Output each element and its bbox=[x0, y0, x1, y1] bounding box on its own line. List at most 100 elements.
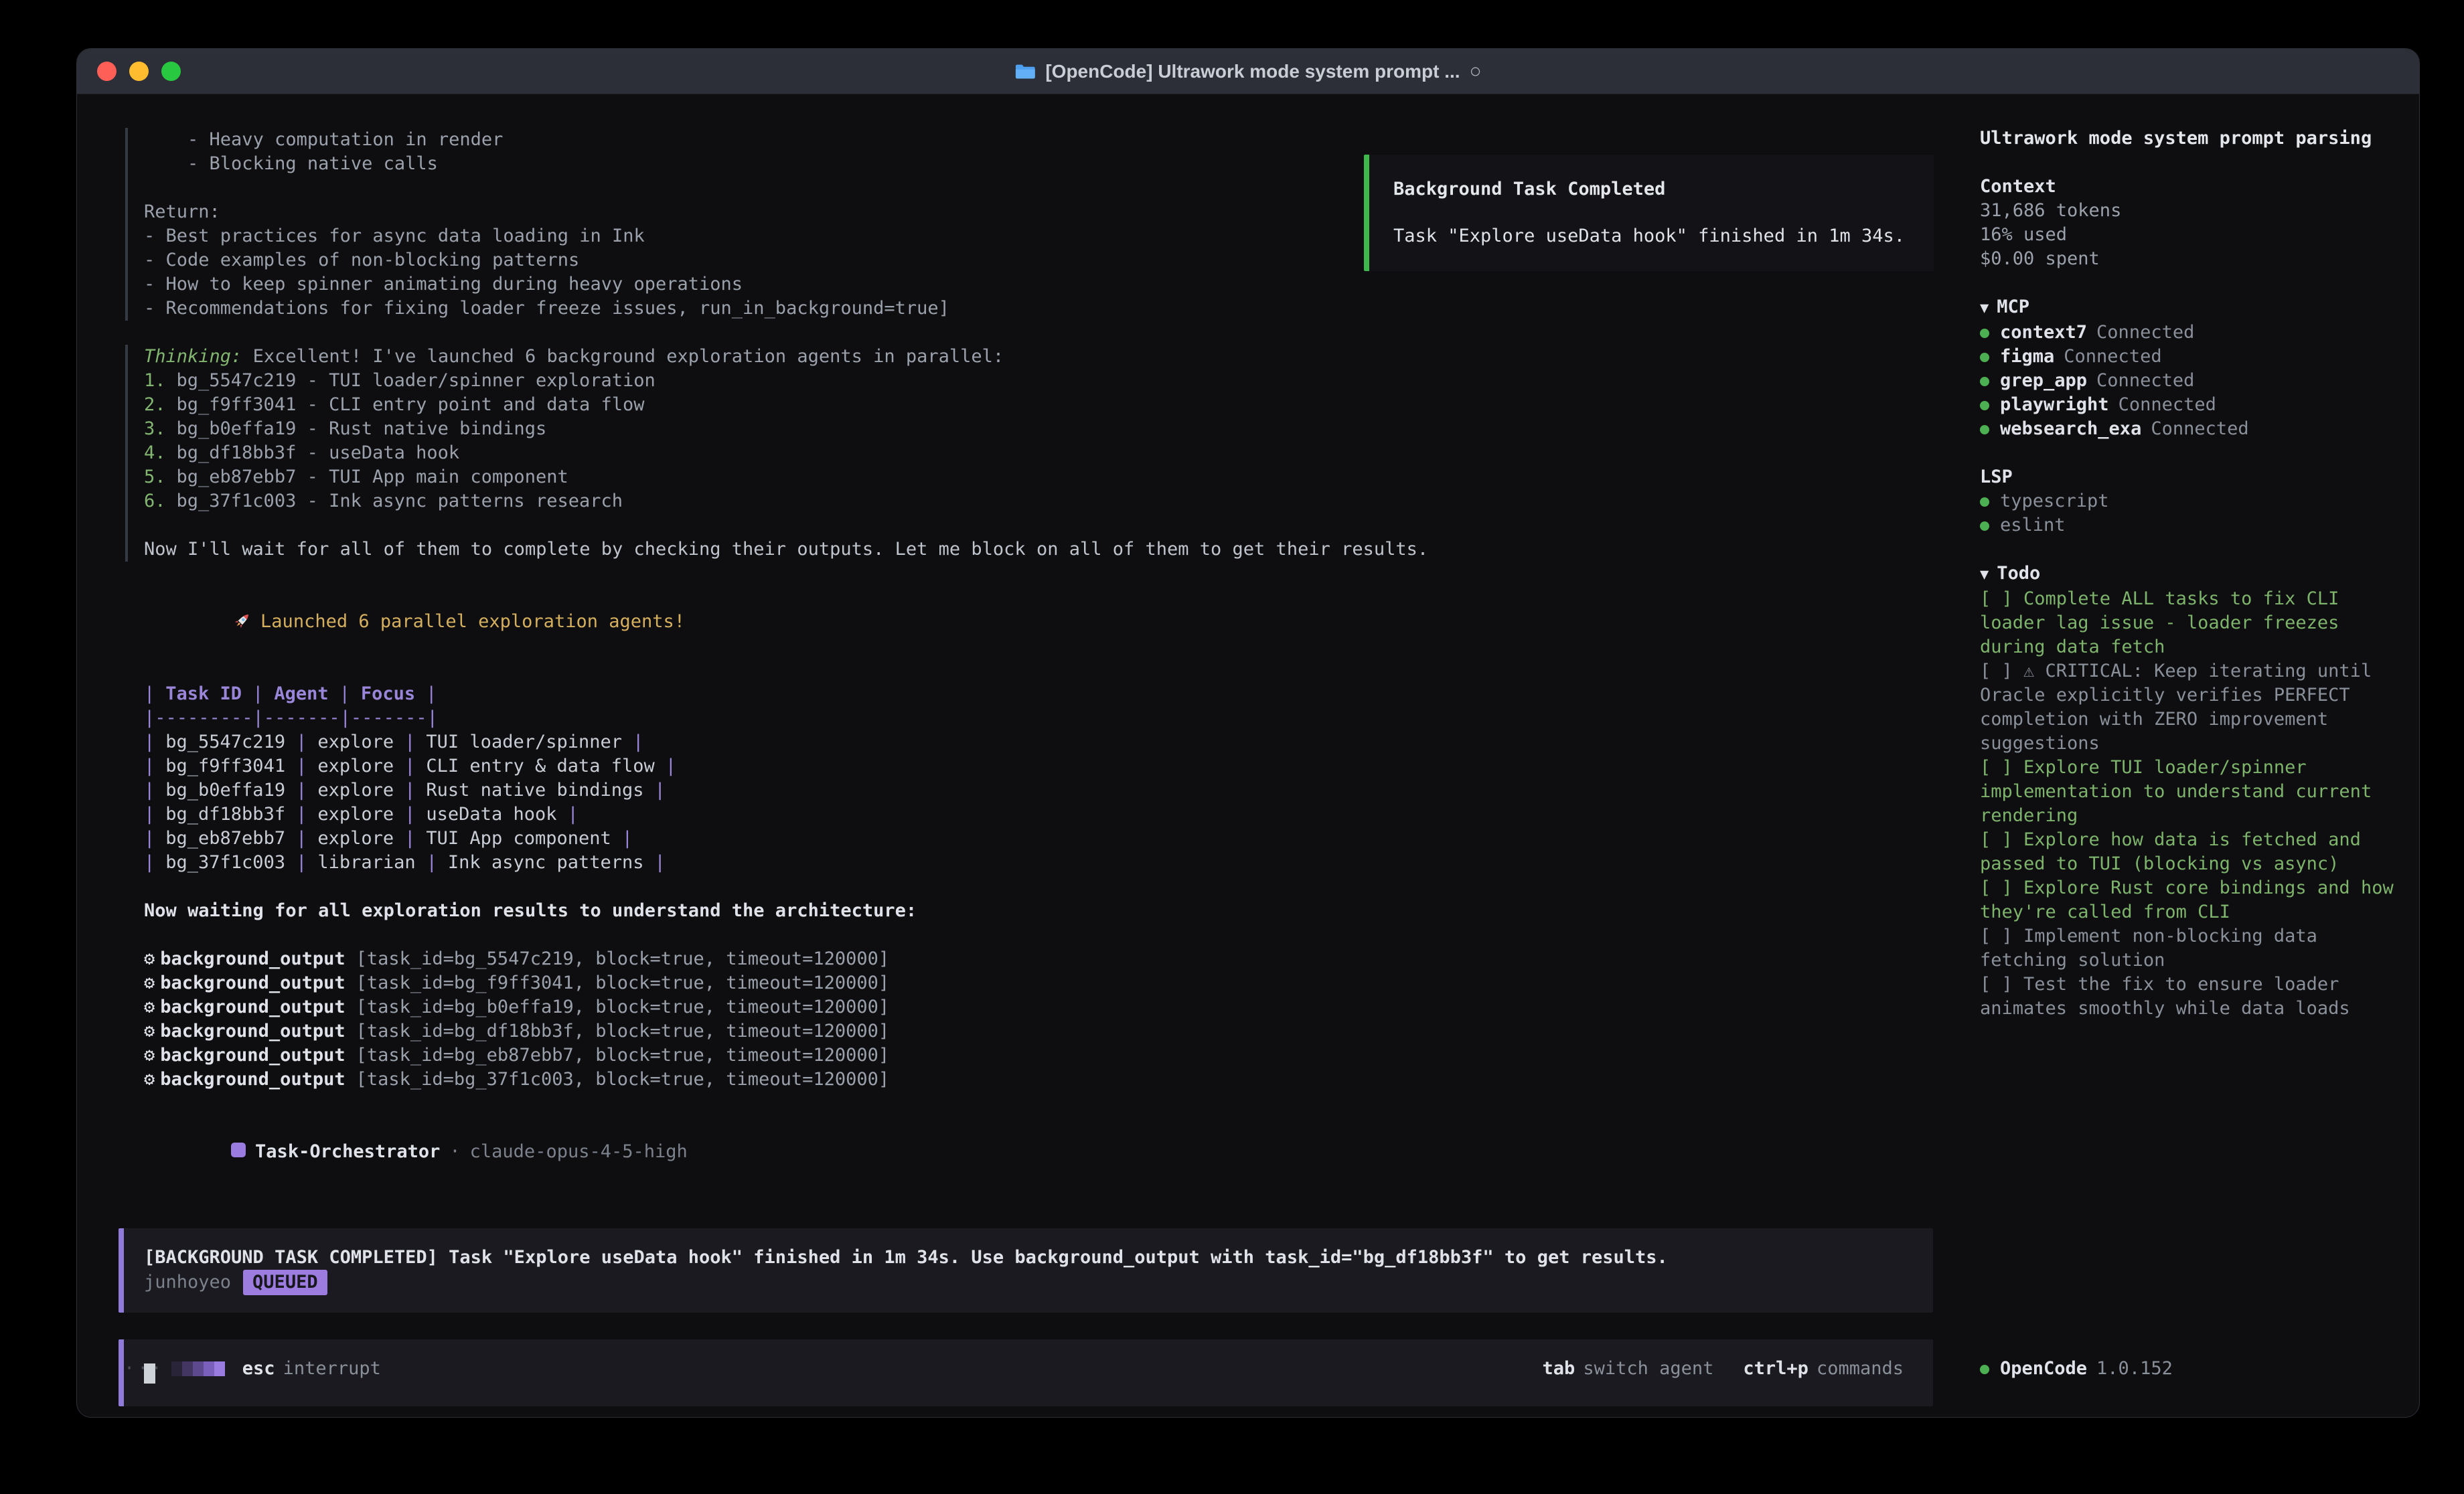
window-title-text: [OpenCode] Ultrawork mode system prompt … bbox=[1045, 61, 1460, 82]
mcp-item: figmaConnected bbox=[1980, 345, 2394, 369]
app-version: 1.0.152 bbox=[2096, 1358, 2173, 1379]
table-row: |bg_5547c219|explore|TUI loader/spinner| bbox=[144, 730, 1956, 754]
agent-model: claude-opus-4-5-high bbox=[470, 1141, 688, 1162]
app-name: OpenCode bbox=[2000, 1358, 2087, 1379]
lsp-heading: LSP bbox=[1980, 465, 2394, 489]
gear-icon: ⚙ bbox=[144, 997, 155, 1017]
terminal-window: [OpenCode] Ultrawork mode system prompt … bbox=[76, 48, 2420, 1418]
completed-text: [BACKGROUND TASK COMPLETED] Task "Explor… bbox=[144, 1246, 1913, 1270]
thinking-outro: Now I'll wait for all of them to complet… bbox=[144, 537, 1956, 562]
chevron-down-icon: ▼ bbox=[1980, 300, 1989, 317]
thinking-list-item: 2.bg_f9ff3041 - CLI entry point and data… bbox=[144, 393, 1956, 417]
status-dot-icon bbox=[1980, 425, 1989, 434]
table-row: |bg_37f1c003|librarian|Ink async pattern… bbox=[144, 851, 1956, 875]
mcp-item: context7Connected bbox=[1980, 321, 2394, 345]
status-dot-icon bbox=[1980, 353, 1989, 362]
tool-call-line: ⚙background_output[task_id=bg_37f1c003, … bbox=[144, 1068, 1956, 1092]
gear-icon: ⚙ bbox=[144, 973, 155, 993]
tool-name: background_output bbox=[160, 997, 345, 1017]
right-hints: tabswitch agent ctrl+pcommands bbox=[1543, 1357, 1933, 1381]
context-stat: 16% used bbox=[1980, 223, 2394, 247]
close-window-button[interactable] bbox=[97, 62, 117, 81]
chevron-down-icon: ▼ bbox=[1980, 566, 1989, 583]
waiting-line: Now waiting for all exploration results … bbox=[119, 899, 1956, 923]
table-row: |bg_eb87ebb7|explore|TUI App component| bbox=[144, 827, 1956, 851]
table-header-cell: Focus bbox=[350, 683, 426, 704]
circle-icon: ○ bbox=[1470, 60, 1482, 83]
status-dot-icon bbox=[1980, 377, 1989, 386]
tool-name: background_output bbox=[160, 1045, 345, 1066]
status-dot-icon bbox=[1980, 329, 1989, 338]
context-stat: $0.00 spent bbox=[1980, 247, 2394, 271]
mcp-item: playwrightConnected bbox=[1980, 393, 2394, 417]
table-header-cell: Agent bbox=[263, 683, 339, 704]
table-separator-row: |---------|-------|-------| bbox=[144, 706, 1956, 730]
titlebar[interactable]: [OpenCode] Ultrawork mode system prompt … bbox=[77, 49, 2419, 94]
sidebar-footer: OpenCode 1.0.152 bbox=[1980, 1357, 2173, 1381]
status-dot-icon bbox=[1980, 497, 1989, 507]
table-row: |bg_b0effa19|explore|Rust native binding… bbox=[144, 778, 1956, 803]
todo-item: [ ] Explore how data is fetched and pass… bbox=[1980, 828, 2394, 876]
gear-icon: ⚙ bbox=[144, 1045, 155, 1066]
tool-name: background_output bbox=[160, 948, 345, 969]
queued-row: junhoyeoQUEUED bbox=[144, 1270, 1913, 1295]
mcp-heading[interactable]: ▼MCP bbox=[1980, 295, 2394, 321]
context-heading: Context bbox=[1980, 175, 2394, 199]
folder-icon bbox=[1014, 63, 1036, 80]
agent-footer-row: Task-OrchestratorOpus 4.5 HighAnthropic bbox=[119, 1413, 1956, 1418]
agents-table: |Task ID|Agent|Focus| |---------|-------… bbox=[119, 682, 1956, 875]
keyboard-hint: ctrl+pcommands bbox=[1743, 1357, 1904, 1381]
minimize-window-button[interactable] bbox=[129, 62, 149, 81]
tool-result-line: - Recommendations for fixing loader free… bbox=[144, 297, 1956, 321]
mcp-item: websearch_exaConnected bbox=[1980, 417, 2394, 441]
tool-name: background_output bbox=[160, 1021, 345, 1042]
table-pipe: | bbox=[144, 683, 155, 704]
hint-esc: escinterrupt bbox=[242, 1357, 381, 1381]
todo-item: [ ] Explore Rust core bindings and how t… bbox=[1980, 876, 2394, 924]
tool-call-line: ⚙background_output[task_id=bg_f9ff3041, … bbox=[144, 971, 1956, 995]
todo-heading[interactable]: ▼Todo bbox=[1980, 562, 2394, 587]
todo-item: [ ] Implement non-blocking data fetching… bbox=[1980, 924, 2394, 973]
keyboard-hint: tabswitch agent bbox=[1543, 1357, 1714, 1381]
status-bar: ··· escinterrupt tabswitch agent ctrl+pco… bbox=[124, 1357, 1933, 1381]
agent-icon bbox=[231, 1143, 246, 1157]
gear-icon: ⚙ bbox=[144, 948, 155, 969]
background-task-notification: Background Task Completed Task "Explore … bbox=[1364, 155, 1934, 271]
sidebar-session-title: Ultrawork mode system prompt parsing bbox=[1980, 127, 2394, 151]
thinking-intro-line: Thinking: Excellent! I've launched 6 bac… bbox=[144, 345, 1956, 369]
tool-call-line: ⚙background_output[task_id=bg_5547c219, … bbox=[144, 947, 1956, 971]
tool-name: background_output bbox=[160, 973, 345, 993]
tool-calls-block: ⚙background_output[task_id=bg_5547c219, … bbox=[119, 947, 1956, 1092]
activity-spinner-icon: ··· bbox=[124, 1357, 225, 1381]
todo-item: [ ] ⚠ CRITICAL: Keep iterating until Ora… bbox=[1980, 659, 2394, 756]
tool-result-line: - Heavy computation in render bbox=[144, 128, 1956, 152]
todo-list: [ ] Complete ALL tasks to fix CLI loader… bbox=[1980, 587, 2394, 1021]
sidebar: Ultrawork mode system prompt parsing Con… bbox=[1956, 94, 2419, 1417]
zoom-window-button[interactable] bbox=[161, 62, 181, 81]
todo-item: [ ] Test the fix to ensure loader animat… bbox=[1980, 973, 2394, 1021]
table-header-row: |Task ID|Agent|Focus| bbox=[144, 682, 1956, 706]
thinking-block: Thinking: Excellent! I've launched 6 bac… bbox=[125, 345, 1956, 562]
thinking-list-item: 4.bg_df18bb3f - useData hook bbox=[144, 441, 1956, 465]
table-row: |bg_f9ff3041|explore|CLI entry & data fl… bbox=[144, 754, 1956, 778]
thinking-list-item: 5.bg_eb87ebb7 - TUI App main component bbox=[144, 465, 1956, 489]
announcement-line: Launched 6 parallel exploration agents! bbox=[119, 586, 1956, 658]
todo-item: [ ] Complete ALL tasks to fix CLI loader… bbox=[1980, 587, 2394, 659]
status-dot-icon bbox=[1980, 1365, 1989, 1374]
agent-header-row: Task-Orchestrator·claude-opus-4-5-high bbox=[119, 1116, 1956, 1188]
notification-body: Task "Explore useData hook" finished in … bbox=[1393, 224, 1910, 248]
lsp-item: typescript bbox=[1980, 489, 2394, 513]
gear-icon: ⚙ bbox=[144, 1069, 155, 1090]
queued-badge: QUEUED bbox=[243, 1270, 327, 1295]
thinking-label: Thinking: bbox=[144, 346, 242, 367]
traffic-lights bbox=[97, 62, 181, 81]
todo-item: [ ] Explore TUI loader/spinner implement… bbox=[1980, 756, 2394, 828]
tool-call-line: ⚙background_output[task_id=bg_df18bb3f, … bbox=[144, 1019, 1956, 1044]
thinking-list-item: 1.bg_5547c219 - TUI loader/spinner explo… bbox=[144, 369, 1956, 393]
gear-icon: ⚙ bbox=[144, 1021, 155, 1042]
status-dot-icon bbox=[1980, 401, 1989, 410]
notification-title: Background Task Completed bbox=[1393, 177, 1910, 201]
agent-name: Task-Orchestrator bbox=[255, 1141, 440, 1162]
rocket-icon bbox=[231, 610, 252, 632]
status-dot-icon bbox=[1980, 521, 1989, 531]
